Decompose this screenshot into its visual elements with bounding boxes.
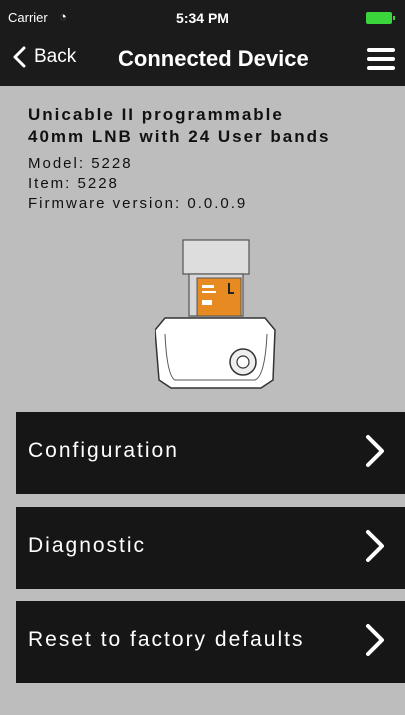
device-firmware: Firmware version: 0.0.0.9: [28, 195, 248, 212]
back-label: Back: [34, 46, 77, 67]
menu-item-configuration[interactable]: Configuration: [16, 412, 405, 494]
chevron-right-icon: [366, 530, 384, 562]
device-info: Unicable II programmable 40mm LNB with 2…: [28, 104, 330, 214]
time-label: 5:34 PM: [176, 10, 229, 26]
back-button[interactable]: Back: [12, 46, 76, 68]
device-item: Item: 5228: [28, 175, 119, 192]
menu-item-reset[interactable]: Reset to factory defaults: [16, 601, 405, 683]
device-name-line2: 40mm LNB with 24 User bands: [28, 127, 331, 146]
chevron-right-icon: [366, 435, 384, 467]
hamburger-menu-icon[interactable]: [367, 48, 395, 72]
device-name-line1: Unicable II programmable: [28, 105, 284, 124]
menu-item-label: Diagnostic: [28, 534, 147, 557]
lnb-device-image: [155, 239, 276, 389]
menu-item-label: Reset to factory defaults: [28, 628, 305, 651]
navigation-bar: Back Connected Device: [0, 34, 405, 86]
page-title: Connected Device: [118, 46, 309, 71]
device-model: Model: 5228: [28, 155, 133, 172]
menu-item-diagnostic[interactable]: Diagnostic: [16, 507, 405, 589]
status-bar: Carrier ◔ 5:34 PM: [0, 0, 405, 34]
battery-icon: [366, 12, 395, 24]
menu-item-label: Configuration: [28, 439, 179, 462]
chevron-left-icon: [13, 46, 26, 68]
chevron-right-icon: [366, 624, 384, 656]
